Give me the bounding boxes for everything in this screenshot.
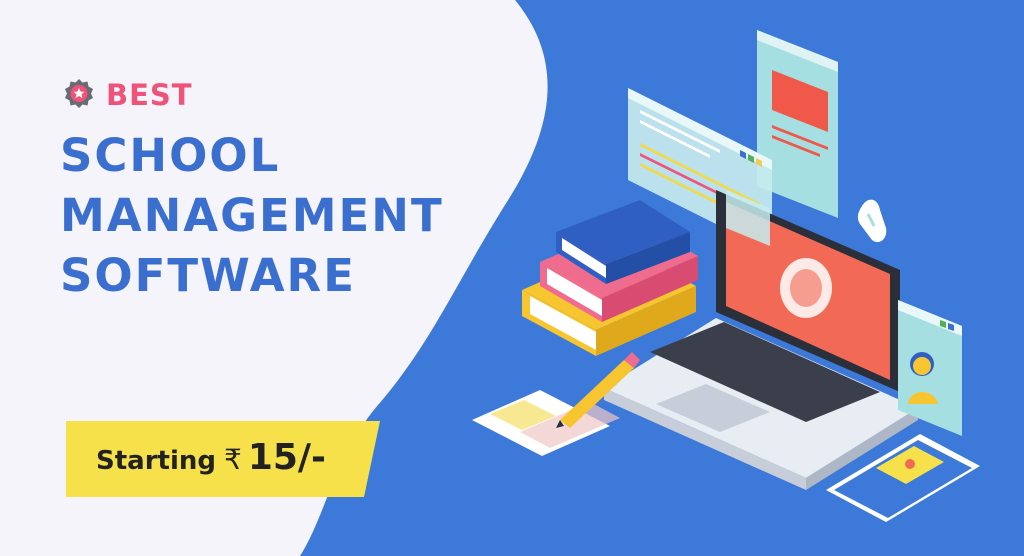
pointer-hand-icon bbox=[857, 199, 887, 243]
books-stack-icon bbox=[522, 200, 698, 356]
ad-banner: BEST SCHOOL MANAGEMENT SOFTWARE Starting… bbox=[0, 0, 1024, 556]
laptop-illustration bbox=[472, 30, 980, 522]
